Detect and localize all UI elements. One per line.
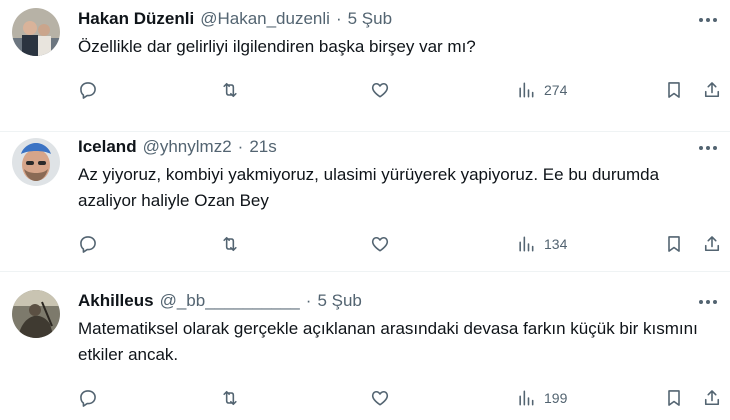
share-icon[interactable]	[702, 232, 722, 256]
heart-icon[interactable]	[370, 232, 390, 256]
reply-icon[interactable]	[78, 386, 98, 410]
separator-dot: ·	[305, 291, 312, 310]
separator-dot: ·	[237, 137, 244, 156]
share-icon[interactable]	[702, 78, 722, 102]
heart-icon[interactable]	[370, 78, 390, 102]
tweet-iceland[interactable]: Iceland @yhnylmz2 · 21s Az yiyoruz, komb…	[0, 132, 730, 272]
author-handle[interactable]: @Hakan_duzenli	[200, 9, 330, 29]
timestamp[interactable]: 5 Şub	[348, 9, 392, 29]
retweet-icon[interactable]	[220, 232, 240, 256]
more-icon[interactable]	[698, 292, 718, 312]
action-bar: 134	[0, 232, 730, 256]
author-name[interactable]: Iceland	[78, 137, 137, 157]
retweet-icon[interactable]	[220, 78, 240, 102]
timestamp[interactable]: 5 Şub	[317, 291, 361, 311]
more-icon[interactable]	[698, 138, 718, 158]
more-icon[interactable]	[698, 10, 718, 30]
retweet-icon[interactable]	[220, 386, 240, 410]
bookmark-icon[interactable]	[664, 232, 684, 256]
timestamp[interactable]: 21s	[249, 137, 276, 157]
views-count: 199	[544, 390, 568, 406]
action-bar: 274	[0, 78, 730, 102]
action-bar: 199	[0, 386, 730, 410]
views-icon	[519, 236, 534, 252]
views-icon	[519, 390, 534, 406]
views-count: 134	[544, 236, 568, 252]
reply-icon[interactable]	[78, 78, 98, 102]
share-icon[interactable]	[702, 386, 722, 410]
views-button[interactable]: 199	[516, 386, 567, 410]
tweet-hakan[interactable]: Hakan Düzenli @Hakan_duzenli · 5 Şub Öze…	[0, 0, 730, 132]
bookmark-icon[interactable]	[664, 78, 684, 102]
views-count: 274	[544, 82, 568, 98]
reply-icon[interactable]	[78, 232, 98, 256]
author-name[interactable]: Hakan Düzenli	[78, 9, 194, 29]
views-button[interactable]: 134	[516, 232, 567, 256]
views-icon	[519, 82, 534, 98]
avatar[interactable]	[12, 8, 60, 56]
tweet-text: Az yiyoruz, kombiyi yakmiyoruz, ulasimi …	[78, 165, 660, 210]
tweet-akhilleus[interactable]: Akhilleus @_bb__________ · 5 Şub Matemat…	[0, 272, 730, 420]
author-handle[interactable]: @yhnylmz2	[143, 137, 232, 157]
author-handle[interactable]: @_bb__________	[160, 291, 300, 311]
heart-icon[interactable]	[370, 386, 390, 410]
avatar[interactable]	[12, 138, 60, 186]
tweet-text: Özellikle dar gelirliyi ilgilendiren baş…	[78, 37, 476, 56]
bookmark-icon[interactable]	[664, 386, 684, 410]
avatar[interactable]	[12, 290, 60, 338]
separator-dot: ·	[335, 9, 342, 28]
author-name[interactable]: Akhilleus	[78, 291, 154, 311]
tweet-text: Matematiksel olarak gerçekle açıklanan a…	[78, 319, 698, 364]
views-button[interactable]: 274	[516, 78, 567, 102]
